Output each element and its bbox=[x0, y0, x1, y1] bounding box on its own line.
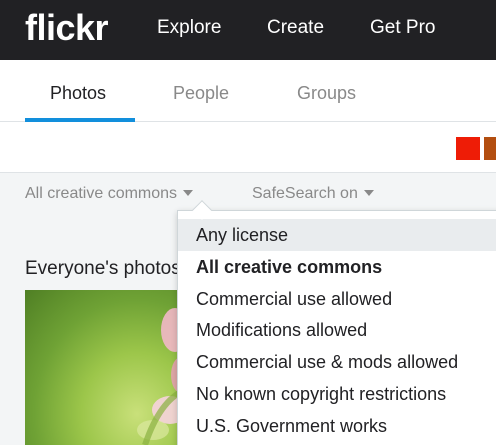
caret-down-icon bbox=[363, 190, 374, 196]
license-option-us-gov[interactable]: U.S. Government works bbox=[178, 410, 496, 442]
tab-groups[interactable]: Groups bbox=[297, 82, 356, 104]
search-tabs: Photos People Groups bbox=[0, 60, 496, 122]
nav-explore[interactable]: Explore bbox=[157, 17, 221, 39]
safesearch-label: SafeSearch on bbox=[252, 185, 358, 202]
color-swatch-brown[interactable] bbox=[484, 137, 496, 160]
license-menu: Any license All creative commons Commerc… bbox=[177, 210, 496, 445]
license-option-commercial[interactable]: Commercial use allowed bbox=[178, 283, 496, 315]
license-filter-dropdown[interactable]: All creative commons bbox=[25, 185, 194, 203]
license-filter-label: All creative commons bbox=[25, 185, 178, 202]
flower-photo-image bbox=[137, 308, 185, 445]
top-navigation-bar: flickr Explore Create Get Pro bbox=[0, 0, 496, 60]
flickr-logo[interactable]: flickr bbox=[25, 6, 109, 50]
tab-photos[interactable]: Photos bbox=[50, 82, 106, 104]
nav-get-pro[interactable]: Get Pro bbox=[370, 17, 435, 39]
safesearch-dropdown[interactable]: SafeSearch on bbox=[252, 185, 374, 203]
license-option-commercial-mods[interactable]: Commercial use & mods allowed bbox=[178, 346, 496, 378]
license-option-any[interactable]: Any license bbox=[178, 219, 496, 251]
color-swatch-red[interactable] bbox=[456, 137, 480, 160]
color-filter-strip bbox=[0, 122, 496, 173]
section-title: Everyone's photos bbox=[25, 258, 181, 279]
nav-create[interactable]: Create bbox=[267, 17, 324, 39]
license-option-no-copyright[interactable]: No known copyright restrictions bbox=[178, 378, 496, 410]
license-option-modifications[interactable]: Modifications allowed bbox=[178, 314, 496, 346]
tab-people[interactable]: People bbox=[173, 82, 229, 104]
caret-down-icon bbox=[183, 190, 194, 196]
photo-thumbnail[interactable] bbox=[25, 290, 185, 445]
license-option-all-cc[interactable]: All creative commons bbox=[178, 251, 496, 283]
